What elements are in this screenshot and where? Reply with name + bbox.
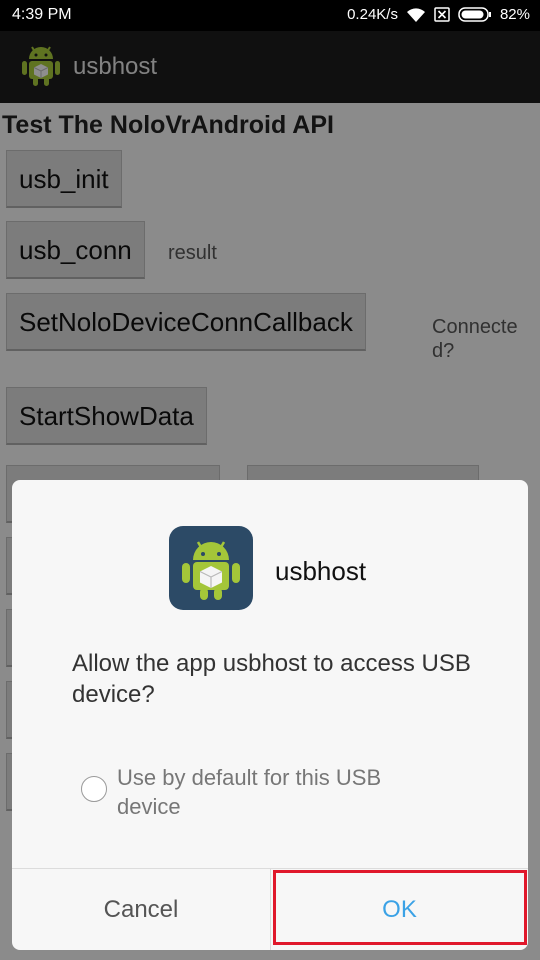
network-speed: 0.24K/s [347,6,398,23]
use-default-checkbox[interactable] [81,776,107,802]
battery-icon [458,7,492,22]
status-time: 4:39 PM [12,6,72,23]
battery-percent: 82% [499,6,530,23]
dialog-app-name: usbhost [275,556,367,586]
wifi-icon [406,7,426,22]
status-right-group: 0.24K/s 82% [347,6,530,23]
ok-highlight-box [273,870,527,945]
status-bar: 4:39 PM 0.24K/s 82% [0,0,540,31]
sim-x-icon [434,7,450,22]
android-app-icon [169,526,253,610]
dialog-message: Allow the app usbhost to access USB devi… [72,650,471,708]
cancel-button[interactable]: Cancel [12,869,270,950]
use-default-label[interactable]: Use by default for this USB device [117,763,437,821]
